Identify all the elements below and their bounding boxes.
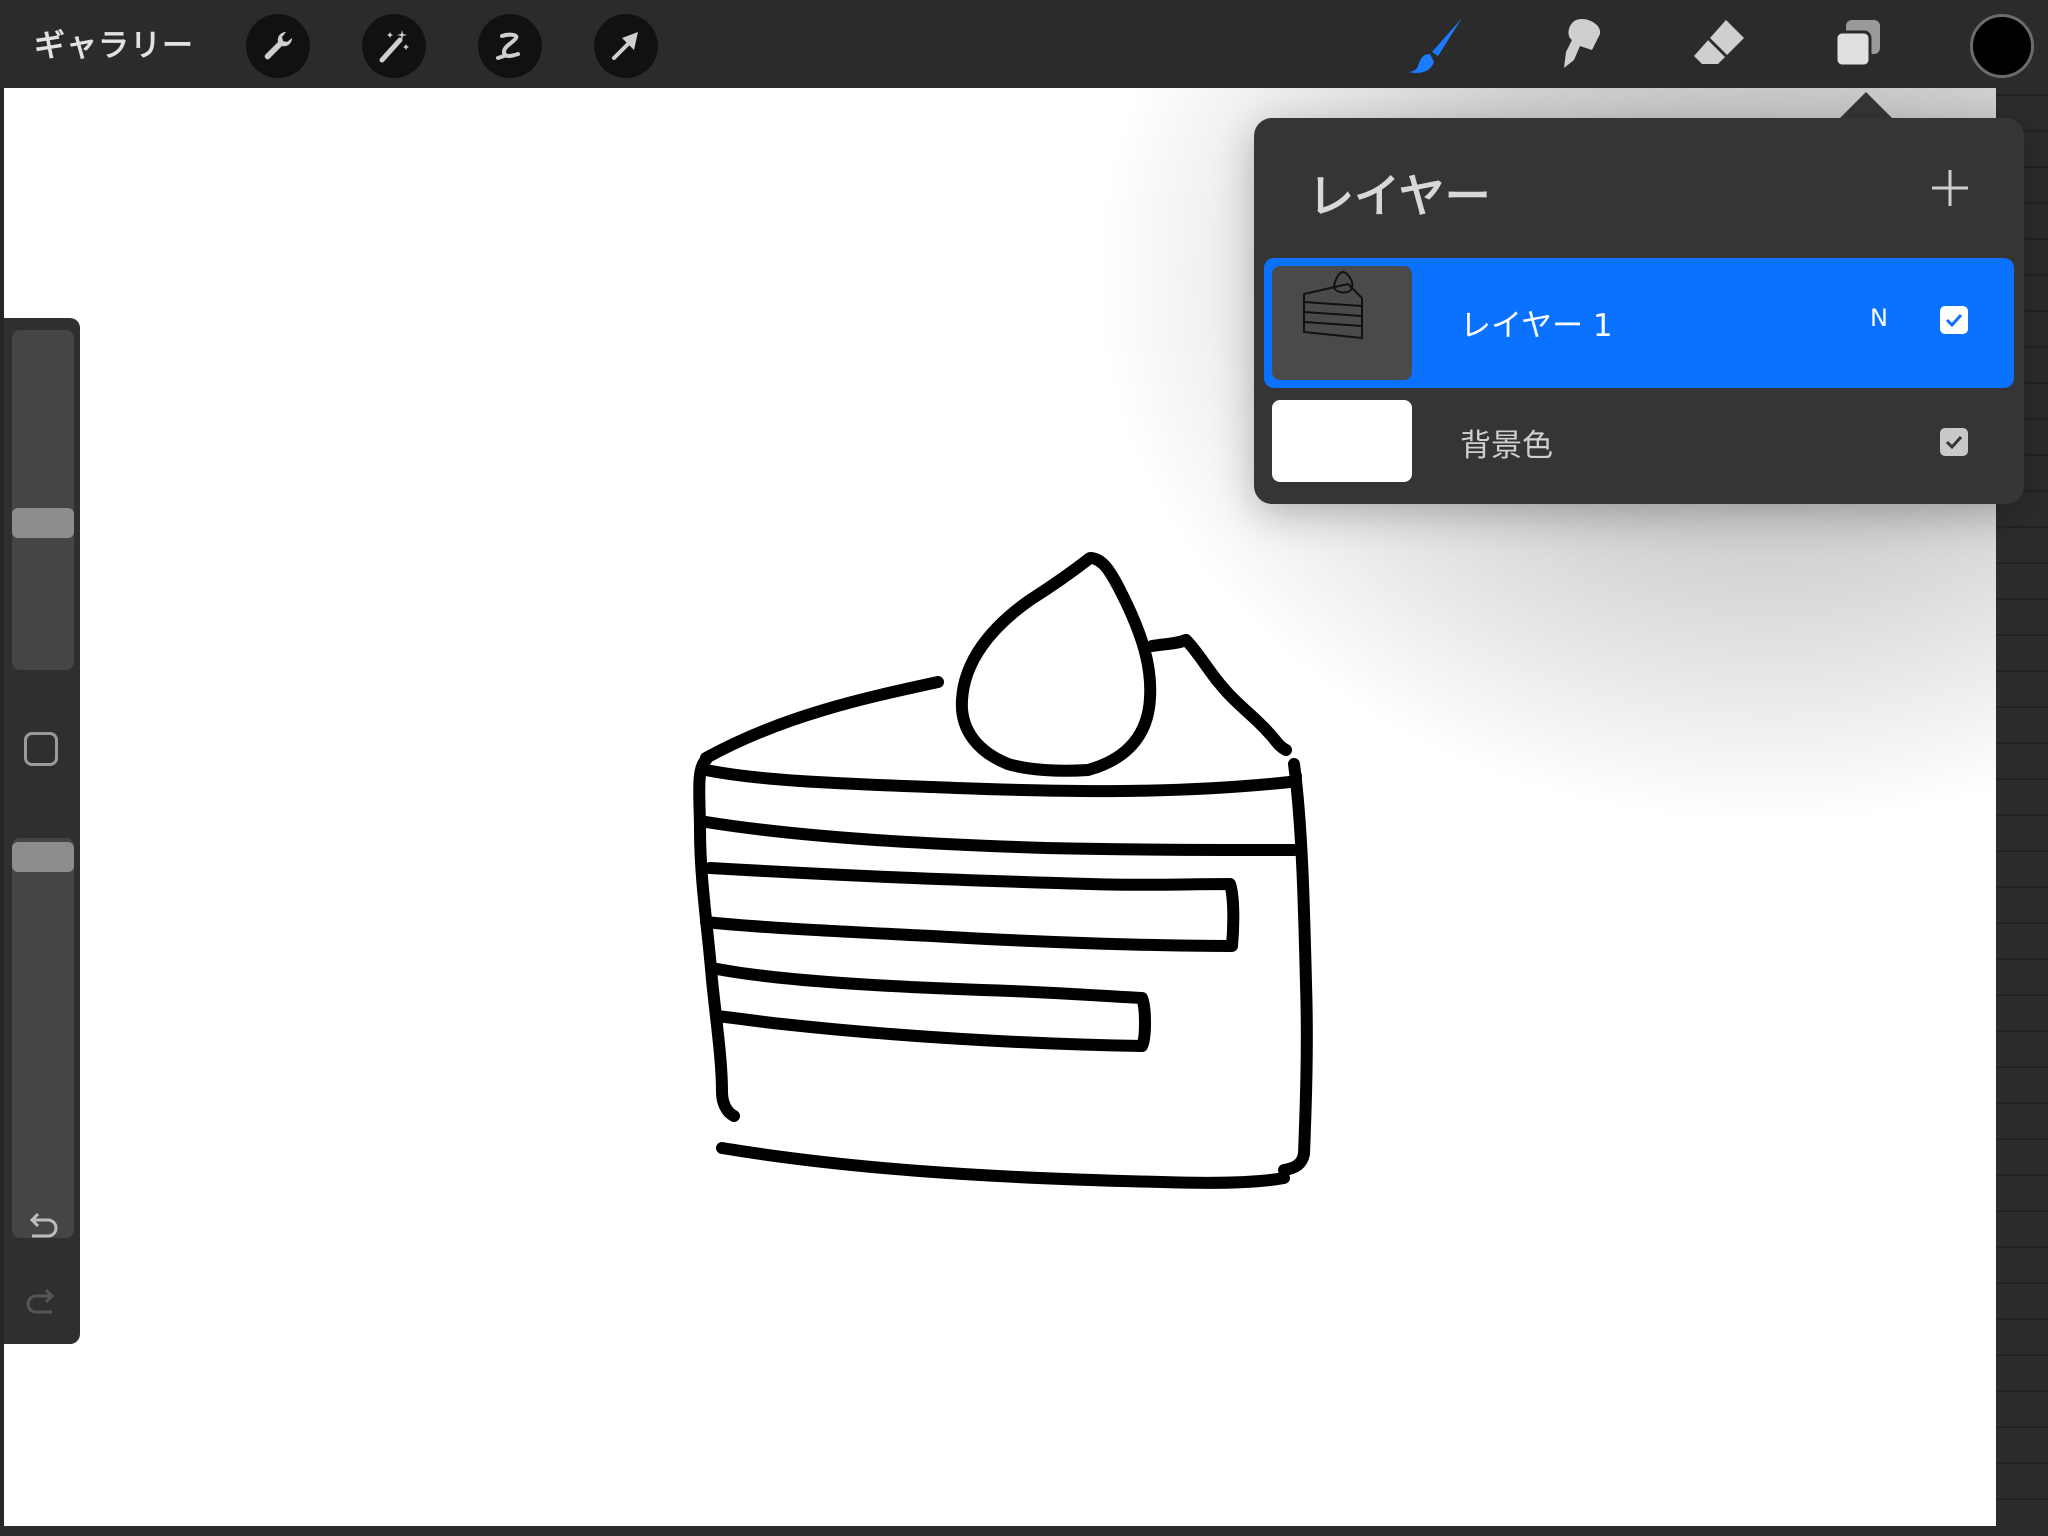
left-sidebar xyxy=(4,318,80,1344)
checkmark-icon xyxy=(1945,435,1963,450)
eraser-icon xyxy=(1694,20,1744,64)
panel-title: レイヤー xyxy=(1308,169,1491,223)
layer-name: レイヤー 1 xyxy=(1460,308,1613,344)
redo-icon xyxy=(26,1288,55,1314)
wrench-icon xyxy=(264,31,293,60)
transform-arrow-icon xyxy=(612,32,638,60)
magic-wand-icon xyxy=(379,30,409,63)
opacity-slider[interactable] xyxy=(12,838,74,1238)
selection-icon xyxy=(496,32,520,60)
eraser-button[interactable] xyxy=(1686,12,1752,78)
layer-name: 背景色 xyxy=(1460,428,1553,464)
selection-button[interactable] xyxy=(478,14,542,78)
cake-thumbnail-icon xyxy=(1303,270,1363,340)
brush-size-thumb[interactable] xyxy=(12,508,74,538)
layers-panel-caret xyxy=(1840,92,1892,118)
redo-button[interactable] xyxy=(24,1284,60,1320)
blend-mode-button[interactable]: N xyxy=(1870,304,1888,332)
smudge-icon xyxy=(1564,18,1601,68)
background-thumbnail xyxy=(1272,400,1412,482)
visibility-checkbox[interactable] xyxy=(1940,428,1968,456)
transform-button[interactable] xyxy=(594,14,658,78)
layer-thumbnail xyxy=(1272,266,1412,380)
adjustments-button[interactable] xyxy=(362,14,426,78)
brush-button[interactable] xyxy=(1404,12,1470,78)
canvas-bottom-edge xyxy=(0,1526,2048,1536)
brush-size-slider[interactable] xyxy=(12,330,74,670)
layers-panel: レイヤー レイヤー 1 N 背景色 xyxy=(1254,118,2024,504)
actions-button[interactable] xyxy=(246,14,310,78)
visibility-checkbox[interactable] xyxy=(1940,306,1968,334)
undo-button[interactable] xyxy=(24,1208,60,1244)
gallery-button[interactable]: ギャラリー xyxy=(34,20,194,65)
undo-icon xyxy=(29,1212,58,1238)
top-toolbar: ギャラリー xyxy=(0,0,2048,88)
layers-icon xyxy=(1834,20,1880,68)
smudge-button[interactable] xyxy=(1546,12,1612,78)
layer-row-1[interactable]: レイヤー 1 N xyxy=(1264,258,2014,388)
opacity-thumb[interactable] xyxy=(12,842,74,872)
modify-button[interactable] xyxy=(24,732,58,766)
checkmark-icon xyxy=(1945,313,1963,328)
brush-icon xyxy=(1408,18,1462,73)
layer-row-background[interactable]: 背景色 xyxy=(1264,390,2014,494)
add-layer-button[interactable] xyxy=(1930,168,1970,208)
color-swatch[interactable] xyxy=(1970,14,2034,78)
layers-button[interactable] xyxy=(1826,12,1892,78)
plus-icon xyxy=(1932,170,1968,206)
